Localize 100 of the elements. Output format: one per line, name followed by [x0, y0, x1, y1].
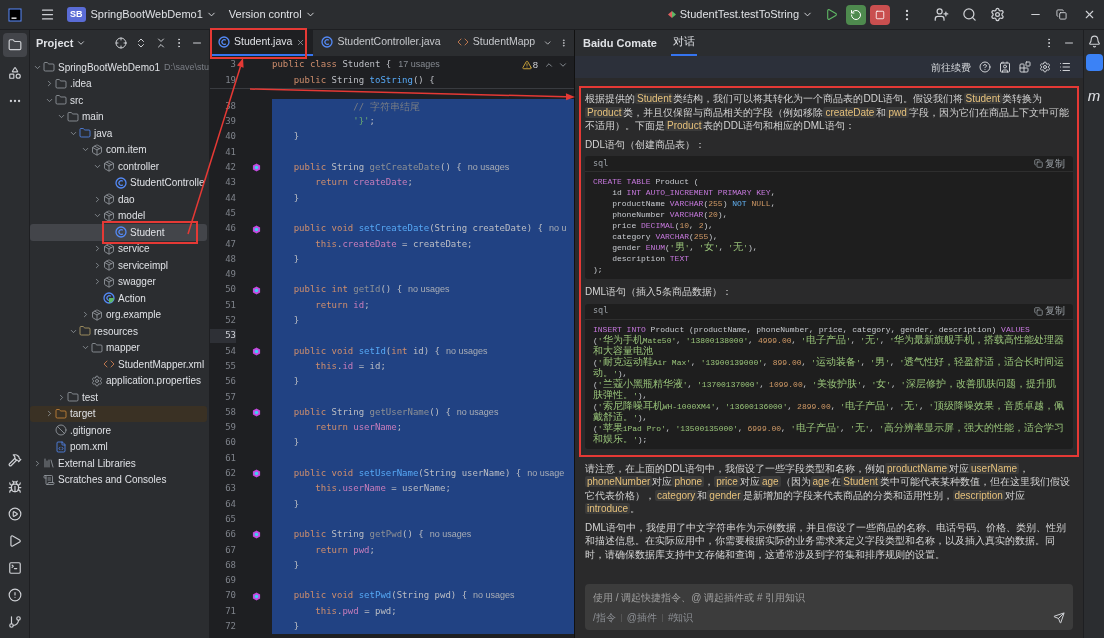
- warning-count[interactable]: 8: [532, 57, 538, 72]
- folder-icon: [55, 407, 67, 420]
- line-number: 55: [224, 359, 236, 373]
- tree-item[interactable]: External Libraries: [30, 455, 207, 472]
- panel-title[interactable]: Project: [36, 34, 87, 52]
- tree-item[interactable]: Scratches and Consoles: [30, 471, 207, 488]
- code-icon: [456, 36, 469, 48]
- tree-item[interactable]: model: [30, 207, 207, 224]
- renew-link[interactable]: 前往续费: [931, 59, 971, 75]
- usage-hint[interactable]: no usages: [473, 589, 515, 603]
- settings-icon[interactable]: [1039, 61, 1051, 73]
- tree-item[interactable]: dao: [30, 191, 207, 208]
- usage-hint[interactable]: no usages: [446, 344, 488, 359]
- tree-item[interactable]: Action: [30, 290, 207, 307]
- collapse-all-icon[interactable]: [155, 37, 167, 49]
- chat-input[interactable]: 使用 / 调起快捷指令、@ 调起插件或 # 引用知识 /指令 @插件 #知识: [585, 584, 1073, 630]
- restore-icon[interactable]: [1056, 9, 1067, 20]
- usage-hint[interactable]: no usages: [408, 283, 450, 297]
- code-line: );: [593, 264, 604, 275]
- rerun-button[interactable]: [846, 4, 866, 25]
- caret-icon: [76, 38, 87, 48]
- shortcut-button[interactable]: @插件: [626, 610, 657, 625]
- usage-hint[interactable]: 17 usages: [398, 58, 440, 72]
- usage-hint[interactable]: no usages: [456, 405, 499, 420]
- tree-item[interactable]: mapper: [30, 339, 207, 356]
- vcs-selector[interactable]: Version control: [228, 6, 316, 23]
- line-number: 63: [224, 482, 236, 496]
- hexagon-icon[interactable]: [252, 408, 261, 418]
- hexagon-icon[interactable]: [252, 346, 261, 356]
- menu-icon[interactable]: [40, 7, 55, 22]
- line-number: 70: [224, 589, 236, 603]
- tree-item[interactable]: resources: [30, 323, 207, 340]
- usage-hint[interactable]: no u: [548, 222, 567, 236]
- tree-item[interactable]: StudentMapper.xml: [30, 356, 207, 373]
- usage-hint[interactable]: no usage: [527, 467, 565, 481]
- tree-item[interactable]: java: [30, 125, 207, 142]
- tree-item[interactable]: swagger: [30, 273, 207, 290]
- tree-item[interactable]: StudentControlle: [30, 174, 207, 191]
- tree-item[interactable]: Student: [30, 224, 207, 241]
- tree-item[interactable]: pom.xml: [30, 438, 207, 455]
- hexagon-icon[interactable]: [252, 163, 261, 173]
- shortcut-button[interactable]: /指令: [593, 610, 616, 625]
- tree-item[interactable]: org.example: [30, 306, 207, 323]
- copy-button[interactable]: 复制: [1034, 304, 1065, 318]
- list-icon[interactable]: [1059, 61, 1071, 73]
- tree-item[interactable]: com.item: [30, 141, 207, 158]
- code-line: this.userName = userName;: [314, 482, 451, 496]
- comate-logo-icon[interactable]: [1085, 54, 1103, 71]
- run-config-selector[interactable]: StudentTest.testToString: [665, 6, 813, 23]
- shortcut-button[interactable]: #知识: [667, 610, 694, 625]
- hexagon-icon[interactable]: [252, 285, 261, 295]
- tree-item[interactable]: application.properties: [30, 372, 207, 389]
- hammer-icon: [7, 453, 22, 467]
- tree-item[interactable]: serviceimpl: [30, 257, 207, 274]
- bell-icon[interactable]: [1087, 35, 1101, 48]
- add-user-icon[interactable]: [934, 7, 949, 22]
- tree-item[interactable]: service: [30, 240, 207, 257]
- copy-button[interactable]: 复制: [1034, 156, 1065, 171]
- code-line: ('苹果iPad Pro', '13500135000', 6999.00, '电子产品', '无', '高分辨率显示屏，强大的性能，适合学习和娱乐。');: [593, 422, 1065, 445]
- tree-item[interactable]: test: [30, 389, 207, 406]
- editor-tab[interactable]: StudentMapp: [448, 30, 544, 56]
- editor-tab[interactable]: StudentController.java: [313, 30, 449, 56]
- line-number: 53: [210, 329, 236, 343]
- editor-tab[interactable]: Student.java: [210, 30, 314, 56]
- usage-hint[interactable]: no usages: [429, 528, 472, 542]
- hexagon-icon[interactable]: [252, 530, 261, 540]
- line-number: 54: [224, 344, 236, 358]
- close-icon[interactable]: [296, 37, 306, 47]
- tree-item[interactable]: .gitignore: [30, 422, 207, 439]
- blocks-icon[interactable]: [1019, 61, 1031, 73]
- send-icon[interactable]: [1053, 611, 1065, 624]
- crosshair-icon[interactable]: [115, 37, 127, 49]
- tree-item[interactable]: SpringBootWebDemo1 D:\save\stu: [30, 59, 207, 76]
- hexagon-icon[interactable]: [252, 591, 261, 601]
- tree-item[interactable]: src: [30, 92, 207, 109]
- tree-item[interactable]: .idea: [30, 75, 207, 92]
- tree-item[interactable]: target: [30, 405, 207, 422]
- run-button[interactable]: [825, 8, 838, 21]
- tool-window-button[interactable]: [2, 33, 27, 57]
- prompt-field[interactable]: 使用 / 调起快捷指令、@ 调起插件或 # 引用知识: [593, 590, 1065, 605]
- stop-button[interactable]: [870, 4, 890, 25]
- tree-item[interactable]: controller: [30, 158, 207, 175]
- expand-all-icon[interactable]: [135, 37, 147, 49]
- project-selector[interactable]: SpringBootWebDemo1: [90, 6, 217, 23]
- hexagon-icon[interactable]: [252, 469, 261, 479]
- contact-icon[interactable]: [999, 61, 1011, 73]
- close-icon[interactable]: [1083, 8, 1096, 21]
- code-line: ('华为手机Mate50', '13800138000', 4999.00, '电子产品', '无', '华为最新旗舰手机，搭载高性能处理器和大容量电池: [593, 334, 1065, 357]
- settings-icon[interactable]: [990, 7, 1005, 22]
- app-logo-icon[interactable]: [8, 7, 22, 22]
- search-icon[interactable]: [962, 7, 977, 22]
- hexagon-icon[interactable]: [252, 224, 261, 234]
- usage-hint[interactable]: no usages: [467, 161, 510, 175]
- help-icon[interactable]: [979, 61, 991, 73]
- tree-item[interactable]: main: [30, 108, 207, 125]
- code-line: public void setPwd(String pwd) {: [292, 589, 468, 603]
- code-line: }: [292, 130, 300, 144]
- package-icon: [103, 259, 115, 272]
- folder-icon: [7, 38, 22, 52]
- rerun-icon: [850, 8, 862, 21]
